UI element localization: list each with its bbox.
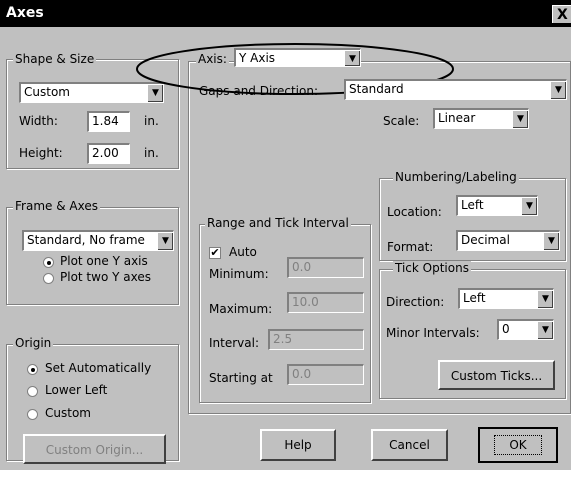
lower-left-label: Lower Left — [45, 383, 108, 397]
interval-label: Interval: — [209, 336, 259, 350]
numbering-label: Numbering/Labeling — [393, 170, 519, 184]
direction-select[interactable]: Left ▼ — [458, 288, 554, 309]
max-value: 10.0 — [292, 295, 319, 309]
minor-label: Minor Intervals: — [386, 326, 480, 340]
cancel-button[interactable]: Cancel — [371, 429, 448, 461]
min-input[interactable]: 0.0 — [287, 257, 364, 278]
gaps-value: Standard — [349, 82, 404, 96]
dialog-title: Axes — [6, 5, 44, 21]
set-auto-radio[interactable] — [27, 364, 38, 375]
help-button[interactable]: Help — [260, 429, 336, 461]
shape-value: Custom — [24, 85, 70, 99]
ok-label: OK — [494, 435, 542, 455]
chevron-down-icon[interactable]: ▼ — [512, 110, 528, 128]
range-label: Range and Tick Interval — [205, 216, 351, 230]
chevron-down-icon[interactable]: ▼ — [537, 321, 553, 339]
location-select[interactable]: Left ▼ — [456, 195, 538, 216]
auto-label: Auto — [229, 245, 257, 259]
format-label: Format: — [387, 240, 434, 254]
direction-label: Direction: — [386, 295, 445, 309]
chevron-down-icon[interactable]: ▼ — [550, 81, 566, 99]
minor-select[interactable]: 0 ▼ — [497, 319, 554, 340]
custom-origin-button[interactable]: Custom Origin... — [23, 434, 166, 464]
height-input[interactable]: 2.00 — [87, 143, 130, 164]
axes-dialog: Axes X Shape & Size Custom ▼ Width: 1.84… — [0, 0, 571, 470]
width-unit: in. — [144, 114, 159, 128]
custom-label: Custom — [45, 406, 91, 420]
location-value: Left — [461, 198, 484, 212]
width-input[interactable]: 1.84 — [87, 111, 130, 132]
format-value: Decimal — [461, 233, 510, 247]
location-label: Location: — [387, 205, 442, 219]
scale-value: Linear — [438, 111, 476, 125]
frame-value: Standard, No frame — [27, 233, 145, 247]
height-label: Height: — [19, 146, 63, 160]
gaps-label: Gaps and Direction: — [199, 84, 318, 98]
frame-axes-label: Frame & Axes — [13, 199, 100, 213]
direction-value: Left — [463, 291, 486, 305]
width-label: Width: — [19, 114, 58, 128]
check-icon: ✔ — [210, 246, 220, 259]
chevron-down-icon[interactable]: ▼ — [157, 232, 173, 250]
start-input[interactable]: 0.0 — [287, 364, 364, 385]
chevron-down-icon[interactable]: ▼ — [521, 197, 537, 215]
min-label: Minimum: — [209, 267, 269, 281]
title-bar: Axes X — [0, 0, 571, 27]
custom-ticks-button[interactable]: Custom Ticks... — [438, 360, 555, 390]
tick-options-label: Tick Options — [393, 261, 471, 275]
height-unit: in. — [144, 146, 159, 160]
chevron-down-icon[interactable]: ▼ — [543, 232, 559, 250]
auto-checkbox[interactable]: ✔ — [209, 247, 221, 259]
min-value: 0.0 — [292, 260, 312, 274]
width-value: 1.84 — [92, 114, 119, 128]
scale-label: Scale: — [383, 114, 420, 128]
plot-two-radio[interactable] — [43, 273, 54, 284]
chevron-down-icon[interactable]: ▼ — [537, 290, 553, 308]
frame-select[interactable]: Standard, No frame ▼ — [22, 230, 174, 251]
gaps-select[interactable]: Standard ▼ — [344, 79, 567, 100]
ok-button[interactable]: OK — [478, 427, 558, 463]
origin-label: Origin — [13, 336, 54, 350]
interval-input[interactable]: 2.5 — [268, 329, 364, 350]
close-icon: X — [557, 7, 568, 23]
start-label: Starting at — [209, 371, 273, 385]
height-value: 2.00 — [92, 146, 119, 160]
plot-two-label: Plot two Y axes — [60, 270, 151, 284]
interval-value: 2.5 — [273, 332, 293, 346]
format-select[interactable]: Decimal ▼ — [456, 230, 560, 251]
max-input[interactable]: 10.0 — [287, 292, 364, 313]
shape-size-label: Shape & Size — [13, 52, 97, 66]
plot-one-radio[interactable] — [43, 257, 54, 268]
lower-left-radio[interactable] — [27, 386, 38, 397]
custom-radio[interactable] — [27, 409, 38, 420]
minor-value: 0 — [502, 322, 510, 336]
scale-select[interactable]: Linear ▼ — [433, 108, 529, 129]
max-label: Maximum: — [209, 302, 273, 316]
close-button[interactable]: X — [552, 5, 571, 23]
start-value: 0.0 — [292, 367, 312, 381]
set-auto-label: Set Automatically — [45, 361, 152, 375]
plot-one-label: Plot one Y axis — [60, 254, 148, 268]
